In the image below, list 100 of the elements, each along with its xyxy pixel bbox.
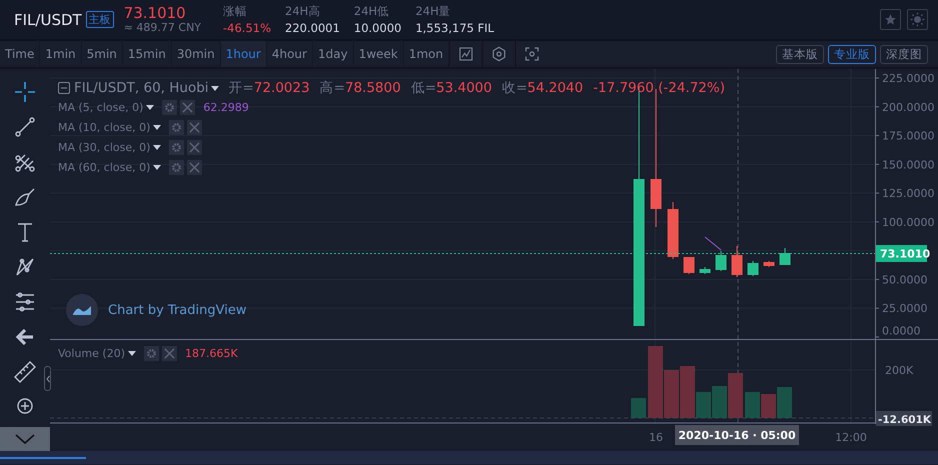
volume-value: 187.665K xyxy=(185,347,238,360)
stat-value: 220.0001 xyxy=(285,20,340,36)
indicator-value: 62.2989 xyxy=(203,100,249,114)
stat-label: 24H低 xyxy=(354,2,390,20)
ohlc-value: 78.5800 xyxy=(345,80,401,96)
remove-button[interactable] xyxy=(187,120,202,134)
indicator-name[interactable]: Volume (20) xyxy=(58,347,125,360)
crosshair-time-label: 2020-10-16 · 05:00 xyxy=(675,425,799,445)
last-price: 73.1010 xyxy=(124,5,187,21)
close-icon xyxy=(189,142,200,152)
caret-icon[interactable] xyxy=(210,86,219,90)
version-button[interactable]: 专业版 xyxy=(828,44,876,64)
price-axis-label: 0.0000 xyxy=(882,324,920,338)
line-chart-icon xyxy=(458,46,474,62)
stat-label: 24H高 xyxy=(285,2,322,20)
more-tools-button[interactable] xyxy=(0,427,50,451)
volume-bar xyxy=(745,392,760,418)
interval-tab[interactable]: Time xyxy=(0,41,40,67)
gear-icon xyxy=(171,142,182,152)
candle xyxy=(668,202,678,260)
remove-button[interactable] xyxy=(187,160,202,174)
version-button[interactable]: 深度图 xyxy=(880,44,928,64)
gear-icon xyxy=(146,348,157,359)
branding-link[interactable]: Chart by TradingView xyxy=(108,302,246,318)
price-axis-label: 125.0000 xyxy=(882,187,934,200)
price-axis-label: 150.0000 xyxy=(882,158,934,172)
scrollbar[interactable] xyxy=(0,451,938,464)
interval-tab[interactable]: 1mon xyxy=(404,41,450,67)
candle xyxy=(684,256,694,274)
version-button[interactable]: 基本版 xyxy=(776,44,824,64)
volume-bar xyxy=(631,398,646,418)
settings-button[interactable] xyxy=(169,160,184,174)
candle xyxy=(764,260,774,268)
star-icon xyxy=(884,13,897,26)
ohlc-label: 收= xyxy=(502,79,528,97)
price-change: -17.7960 (-24.72%) xyxy=(593,80,725,96)
close-icon xyxy=(189,122,200,132)
caret-icon[interactable] xyxy=(146,104,154,110)
collapse-handle[interactable] xyxy=(44,366,51,391)
board-tag: 主板 xyxy=(86,11,114,28)
ohlc-value: 72.0023 xyxy=(254,80,310,96)
stat-value: 10.0000 xyxy=(354,20,402,36)
volume-bar xyxy=(761,394,776,418)
close-icon xyxy=(189,162,200,172)
moving-average-line xyxy=(704,236,722,250)
interval-tab[interactable]: 4hour xyxy=(266,41,313,67)
candle xyxy=(748,260,758,276)
chevron-left-icon xyxy=(46,374,50,382)
indicator-name[interactable]: MA (30, close, 0) xyxy=(58,140,150,154)
candle xyxy=(700,266,710,274)
stat-value: -46.51% xyxy=(223,20,272,36)
price-axis-label: 225.0000 xyxy=(882,72,934,86)
ruler-icon[interactable] xyxy=(12,360,38,384)
caret-icon[interactable] xyxy=(128,351,136,356)
collapse-icon[interactable] xyxy=(58,82,70,94)
tradingview-logo-icon[interactable] xyxy=(66,294,98,326)
indicator-name[interactable]: MA (10, close, 0) xyxy=(58,120,150,134)
ohlc-label: 高= xyxy=(320,79,345,97)
volume-bar xyxy=(777,387,792,418)
settings-button[interactable] xyxy=(162,100,178,114)
focus-frame-icon xyxy=(524,46,540,62)
candle xyxy=(732,246,742,278)
close-icon xyxy=(164,348,175,359)
chart-symbol[interactable]: FIL/USDT, 60, Huobi xyxy=(74,80,209,96)
interval-tab[interactable]: 1hour xyxy=(220,41,267,67)
settings-button[interactable] xyxy=(169,120,184,134)
chevron-down-icon xyxy=(14,433,36,445)
ohlc-value: 53.4000 xyxy=(436,80,492,96)
indicator-name[interactable]: MA (60, close, 0) xyxy=(58,160,150,174)
caret-icon[interactable] xyxy=(153,144,162,150)
candle xyxy=(780,248,790,266)
gear-icon xyxy=(171,122,182,132)
ohlc-value: 54.2040 xyxy=(527,80,584,96)
price-axis-label: 200.0000 xyxy=(882,100,934,114)
stat-value: 1,553,175 FIL xyxy=(415,20,494,36)
interval-tab[interactable]: 1min xyxy=(40,41,82,67)
price-axis-label: 175.0000 xyxy=(882,130,934,143)
indicator-name[interactable]: MA (5, close, 0) xyxy=(58,100,144,114)
caret-icon[interactable] xyxy=(153,124,162,130)
interval-tab[interactable]: 15min xyxy=(122,41,172,67)
caret-icon[interactable] xyxy=(153,164,162,170)
price-axis-label: 100.0000 xyxy=(882,216,934,229)
crosshair-icon[interactable] xyxy=(12,80,38,104)
interval-tab[interactable]: 1week xyxy=(354,41,404,67)
interval-tab[interactable]: 5min xyxy=(82,41,123,67)
remove-button[interactable] xyxy=(187,140,202,154)
volume-bar xyxy=(728,373,743,418)
gear-icon xyxy=(171,162,182,172)
price-cny: ≈ 489.77 CNY xyxy=(124,21,202,34)
scrollbar-thumb[interactable] xyxy=(0,457,86,459)
price-axis-label: 25.0000 xyxy=(882,302,928,316)
volume-min-label: -12.601K xyxy=(876,411,932,426)
interval-tab[interactable]: 1day xyxy=(312,41,354,67)
settings-button[interactable] xyxy=(169,140,184,154)
volume-bar xyxy=(712,386,727,418)
stat-label: 24H量 xyxy=(415,2,452,20)
ohlc-label: 开= xyxy=(228,79,254,97)
remove-button[interactable] xyxy=(180,100,196,114)
trading-pair: FIL/USDT xyxy=(14,10,82,28)
volume-axis-label: 200K xyxy=(885,364,914,377)
